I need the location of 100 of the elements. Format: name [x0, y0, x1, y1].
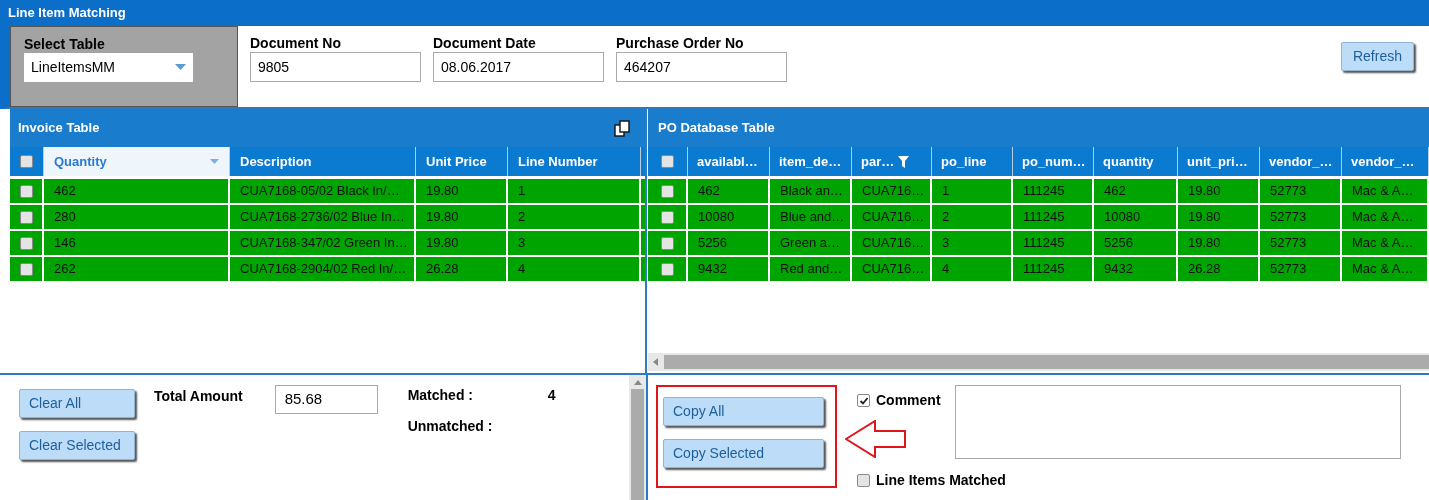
table-cell: CUA716…	[852, 179, 932, 203]
comment-field[interactable]	[954, 385, 1401, 459]
row-checkbox[interactable]	[19, 236, 33, 250]
table-cell: 5256	[688, 231, 770, 255]
table-cell: CUA716…	[852, 257, 932, 281]
table-row[interactable]: 146 CUA7168-347/02 Green In… 19.80 3	[10, 231, 645, 257]
table-dropdown[interactable]: LineItemsMM	[24, 53, 193, 82]
total-amount-field[interactable]: 85.68	[274, 385, 378, 414]
row-checkbox[interactable]	[19, 262, 33, 276]
table-cell: 26.28	[1178, 257, 1260, 281]
table-cell: CUA7168-347/02 Green In…	[230, 231, 416, 255]
table-row[interactable]: 10080 Blue and… CUA716… 2 111245 10080 19.80 52773 Mac & A…	[648, 205, 1429, 231]
table-cell: 10080	[1094, 205, 1178, 229]
matched-count: 4	[547, 386, 557, 405]
table-row[interactable]: 462 CUA7168-05/02 Black In/… 19.80 1	[10, 179, 645, 205]
table-cell: 111245	[1013, 257, 1094, 281]
field-label: Document No	[250, 35, 342, 51]
row-checkbox[interactable]	[19, 210, 33, 224]
copy-icon[interactable]	[614, 119, 631, 137]
table-cell: Green a…	[770, 231, 852, 255]
table-cell: 111245	[1013, 205, 1094, 229]
table-row[interactable]: 262 CUA7168-2904/02 Red In/… 26.28 4	[10, 257, 645, 283]
horizontal-scrollbar[interactable]	[648, 353, 1429, 371]
matched-checkbox[interactable]	[857, 474, 870, 487]
table-cell: Mac & A…	[1342, 231, 1429, 255]
text-field[interactable]: 9805	[250, 52, 421, 82]
table-cell: 4	[508, 257, 641, 281]
table-cell: 10080	[688, 205, 770, 229]
table-cell: 111245	[1013, 231, 1094, 255]
table-cell: 3	[932, 231, 1013, 255]
table-cell: Mac & A…	[1342, 179, 1429, 203]
table-cell: 9432	[688, 257, 770, 281]
vertical-scrollbar[interactable]	[629, 375, 646, 500]
row-checkbox[interactable]	[660, 210, 674, 224]
table-cell: 19.80	[416, 205, 508, 229]
comment-checkbox[interactable]	[857, 394, 870, 407]
table-cell: 3	[508, 231, 641, 255]
table-cell: 1	[932, 179, 1013, 203]
field-label: Document Date	[433, 35, 537, 51]
table-row[interactable]: 9432 Red and… CUA716… 4 111245 9432 26.28 52773 Mac & A…	[648, 257, 1429, 283]
table-cell: Mac & A…	[1342, 257, 1429, 281]
table-cell: CUA7168-2904/02 Red In/…	[230, 257, 416, 281]
table-cell: CUA7168-05/02 Black In/…	[230, 179, 416, 203]
table-cell: Black an…	[770, 179, 852, 203]
checkmark-icon	[858, 395, 869, 406]
table-cell: 1	[508, 179, 641, 203]
row-checkbox[interactable]	[660, 262, 674, 276]
sort-arrow-icon	[210, 158, 219, 165]
total-amount-label: Total Amount	[154, 387, 243, 404]
table-cell: 2	[508, 205, 641, 229]
table-cell: 19.80	[416, 179, 508, 203]
row-checkbox[interactable]	[19, 184, 33, 198]
checkbox[interactable]	[661, 155, 674, 168]
table-cell: 462	[688, 179, 770, 203]
select-table-label: Select Table	[24, 36, 106, 52]
line-items-matched-label: Line Items Matched	[876, 471, 1006, 490]
table-cell: CUA716…	[852, 205, 932, 229]
table-cell: 4	[932, 257, 1013, 281]
table-cell: 2	[932, 205, 1013, 229]
left-arrow-icon	[845, 420, 907, 458]
table-row[interactable]: 280 CUA7168-2736/02 Blue In… 19.80 2	[10, 205, 645, 231]
table-cell: 52773	[1260, 179, 1342, 203]
panel-title: PO Database Table	[658, 119, 775, 138]
table-cell: 52773	[1260, 205, 1342, 229]
table-cell: 52773	[1260, 257, 1342, 281]
action-button[interactable]: Clear All	[19, 389, 135, 418]
table-cell: 52773	[1260, 231, 1342, 255]
window-title: Line Item Matching	[8, 4, 126, 23]
matched-label: Matched :	[407, 386, 474, 405]
checkbox[interactable]	[20, 155, 33, 168]
table-cell: 111245	[1013, 179, 1094, 203]
action-button[interactable]: Copy Selected	[663, 439, 824, 468]
table-cell: CUA7168-2736/02 Blue In…	[230, 205, 416, 229]
table-cell: Red and…	[770, 257, 852, 281]
field-label: Purchase Order No	[616, 35, 745, 51]
action-button[interactable]: Copy All	[663, 397, 824, 426]
text-field[interactable]: 464207	[616, 52, 787, 82]
table-cell: 19.80	[416, 231, 508, 255]
comment-label: Comment	[876, 391, 941, 410]
table-row[interactable]: 462 Black an… CUA716… 1 111245 462 19.80 52773 Mac & A…	[648, 179, 1429, 205]
text-field[interactable]: 08.06.2017	[433, 52, 604, 82]
row-checkbox[interactable]	[660, 236, 674, 250]
table-cell: 19.80	[1178, 231, 1260, 255]
table-cell: 462	[44, 179, 230, 203]
table-row[interactable]: 5256 Green a… CUA716… 3 111245 5256 19.80 52773 Mac & A…	[648, 231, 1429, 257]
row-checkbox[interactable]	[660, 184, 674, 198]
refresh-button[interactable]: Refresh	[1340, 42, 1414, 71]
unmatched-label: Unmatched :	[407, 417, 494, 436]
table-cell: 19.80	[1178, 205, 1260, 229]
table-cell: 462	[1094, 179, 1178, 203]
panel-title: Invoice Table	[18, 119, 100, 138]
filter-icon[interactable]	[898, 155, 910, 168]
table-cell: 26.28	[416, 257, 508, 281]
table-cell: 262	[44, 257, 230, 281]
column-header[interactable]: Quantity	[44, 147, 230, 176]
table-cell: 146	[44, 231, 230, 255]
table-cell: 19.80	[1178, 179, 1260, 203]
action-button[interactable]: Clear Selected	[19, 431, 135, 460]
scroll-up-icon[interactable]	[632, 378, 643, 386]
table-cell: Mac & A…	[1342, 205, 1429, 229]
